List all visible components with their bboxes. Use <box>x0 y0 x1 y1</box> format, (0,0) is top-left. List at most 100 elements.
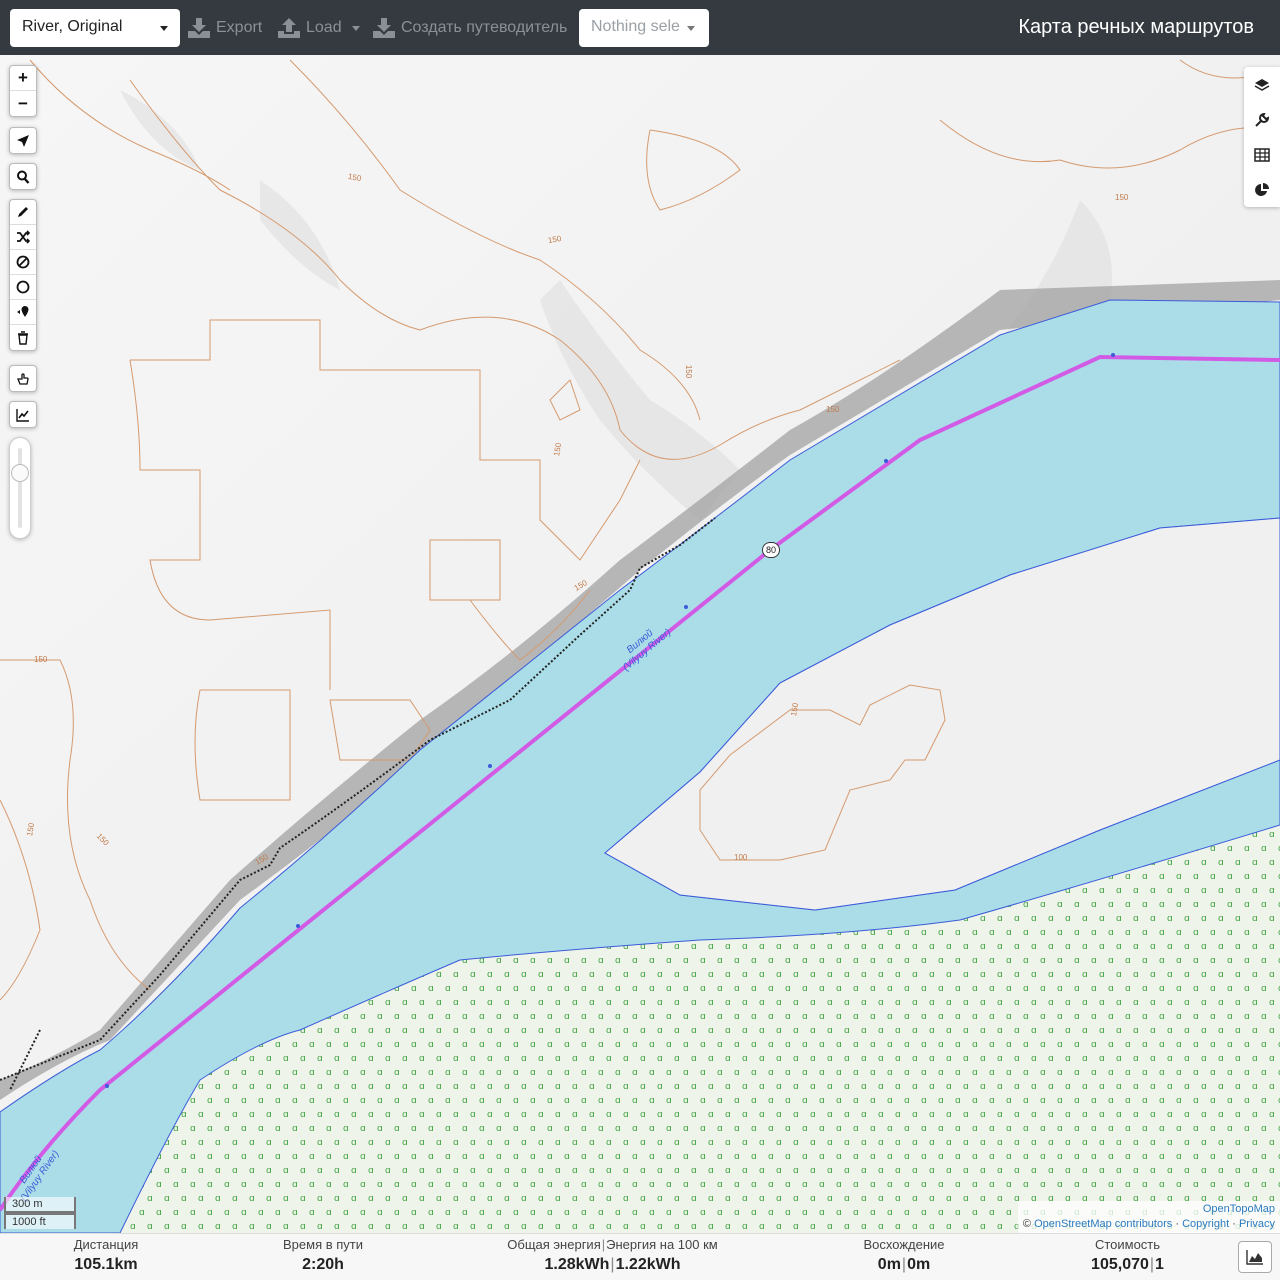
elevation-button[interactable] <box>10 402 36 427</box>
map-attribution: OpenTopoMap © OpenStreetMap contributors… <box>1017 1201 1280 1233</box>
zoom-in-button[interactable]: + <box>10 66 36 91</box>
circle-button[interactable] <box>10 275 36 300</box>
privacy-link[interactable]: Privacy <box>1239 1218 1275 1230</box>
opentopomap-link[interactable]: OpenTopoMap <box>1203 1203 1275 1215</box>
no-go-area-button[interactable] <box>10 250 36 275</box>
energy-unit: kWh <box>575 1256 610 1273</box>
ascent-label: Восхождение <box>863 1237 945 1252</box>
download-icon <box>188 18 210 38</box>
cost-label: Стоимость <box>1094 1237 1161 1252</box>
selection-placeholder: Nothing sele <box>591 18 680 35</box>
distance-unit: km <box>114 1256 138 1273</box>
energy-per-100-label: Энергия на 100 км <box>606 1237 718 1252</box>
profile-select[interactable]: River, Original <box>10 9 180 47</box>
scale-metric: 300 m <box>4 1197 76 1213</box>
pie-chart-icon <box>1255 182 1269 196</box>
contour-label: 150 <box>1115 193 1129 202</box>
circle-icon <box>16 280 30 294</box>
elevation-chart-icon <box>16 408 29 422</box>
cost-value-secondary: 1 <box>1155 1256 1164 1273</box>
hand-icon <box>17 372 29 385</box>
pan-control <box>9 365 37 392</box>
chevron-down-icon <box>160 26 168 31</box>
attribution-separator: · <box>1232 1218 1236 1230</box>
time-value: 2:20 <box>302 1256 335 1273</box>
top-navbar: River, Original Export Load Создать путе… <box>0 0 1280 55</box>
stat-time: Время в пути 2:20h <box>272 1237 374 1274</box>
app-title: Карта речных маршрутов <box>1018 16 1254 38</box>
layers-icon <box>1254 78 1270 91</box>
search-button[interactable] <box>10 164 36 189</box>
map-canvas[interactable]: ɑ ɑ ɑ ɑ <box>0 55 1280 1233</box>
locate-button[interactable] <box>10 128 36 153</box>
marker-icon <box>17 306 29 317</box>
contour-label: 150 <box>826 405 840 414</box>
export-label: Export <box>216 19 263 36</box>
table-button[interactable] <box>1244 137 1280 172</box>
analysis-button[interactable] <box>1244 172 1280 207</box>
search-icon <box>17 170 30 184</box>
load-button[interactable]: Load <box>278 14 360 42</box>
chevron-down-icon <box>687 26 695 31</box>
stat-cost: Стоимость 105,070|1 <box>1080 1237 1175 1274</box>
pan-button[interactable] <box>10 366 36 391</box>
time-unit: h <box>334 1256 344 1273</box>
waypoint-button[interactable] <box>10 300 36 325</box>
table-icon <box>1254 147 1270 162</box>
copyright-link[interactable]: Copyright <box>1182 1218 1229 1230</box>
stat-energy: Общая энергия|Энергия на 100 км 1.28kWh|… <box>507 1237 718 1273</box>
stat-distance: Дистанция 105.1km <box>66 1237 146 1274</box>
route-marker[interactable]: 80 <box>762 542 780 558</box>
energy-per-100-value: 1.22 <box>615 1256 647 1273</box>
export-button[interactable]: Export <box>188 14 262 42</box>
download-icon <box>373 18 395 38</box>
draw-route-button[interactable] <box>10 200 36 225</box>
stat-ascent: Восхождение 0m|0m <box>853 1237 955 1274</box>
distance-label: Дистанция <box>73 1237 139 1252</box>
wrench-icon <box>1255 112 1270 127</box>
route-stats-bar: Дистанция 105.1km Время в пути 2:20h Общ… <box>0 1233 1280 1280</box>
selection-dropdown[interactable]: Nothing sele <box>579 9 709 47</box>
zoom-control: + − <box>9 65 37 117</box>
descent-unit: m <box>915 1256 931 1273</box>
osm-contributors-link[interactable]: OpenStreetMap contributors <box>1034 1218 1172 1230</box>
descent-value: 0 <box>907 1256 916 1273</box>
search-control <box>9 163 37 190</box>
shuffle-icon <box>17 230 30 244</box>
copyright-symbol: © <box>1022 1218 1032 1230</box>
shuffle-button[interactable] <box>10 225 36 250</box>
contour-label: 100 <box>734 853 748 862</box>
locate-icon <box>17 134 29 147</box>
settings-button[interactable] <box>1244 102 1280 137</box>
load-label: Load <box>306 19 342 36</box>
contour-label: 150 <box>684 364 694 379</box>
cost-value: 105,070 <box>1091 1256 1149 1273</box>
create-guide-button[interactable]: Создать путеводитель <box>373 14 567 42</box>
ascent-value: 0 <box>877 1256 887 1273</box>
time-label: Время в пути <box>283 1237 363 1252</box>
ban-icon <box>16 255 30 269</box>
contour-label: 150 <box>34 655 48 664</box>
energy-value: 1.28 <box>544 1256 576 1273</box>
elevation-profile-button[interactable] <box>1238 1241 1272 1273</box>
draw-toolbar <box>9 199 37 351</box>
chevron-down-icon <box>351 25 360 31</box>
map-scale: 300 m 1000 ft <box>4 1197 76 1229</box>
zoom-out-button[interactable]: − <box>10 91 36 116</box>
layers-button[interactable] <box>1244 67 1280 102</box>
opacity-slider[interactable] <box>9 437 31 539</box>
scale-imperial: 1000 ft <box>4 1213 76 1229</box>
slider-handle[interactable] <box>11 464 29 482</box>
ascent-unit: m <box>886 1256 901 1273</box>
create-guide-label: Создать путеводитель <box>401 19 568 36</box>
area-chart-icon <box>1246 1250 1263 1265</box>
locate-control <box>9 127 37 154</box>
energy-label: Общая энергия <box>507 1237 601 1252</box>
energy-per-100-unit: kWh <box>646 1256 681 1273</box>
profile-select-value: River, Original <box>22 18 123 35</box>
distance-value: 105.1 <box>74 1256 115 1273</box>
upload-icon <box>278 18 300 38</box>
delete-button[interactable] <box>10 325 36 350</box>
pencil-icon <box>18 207 28 217</box>
right-toolbar <box>1244 67 1280 207</box>
